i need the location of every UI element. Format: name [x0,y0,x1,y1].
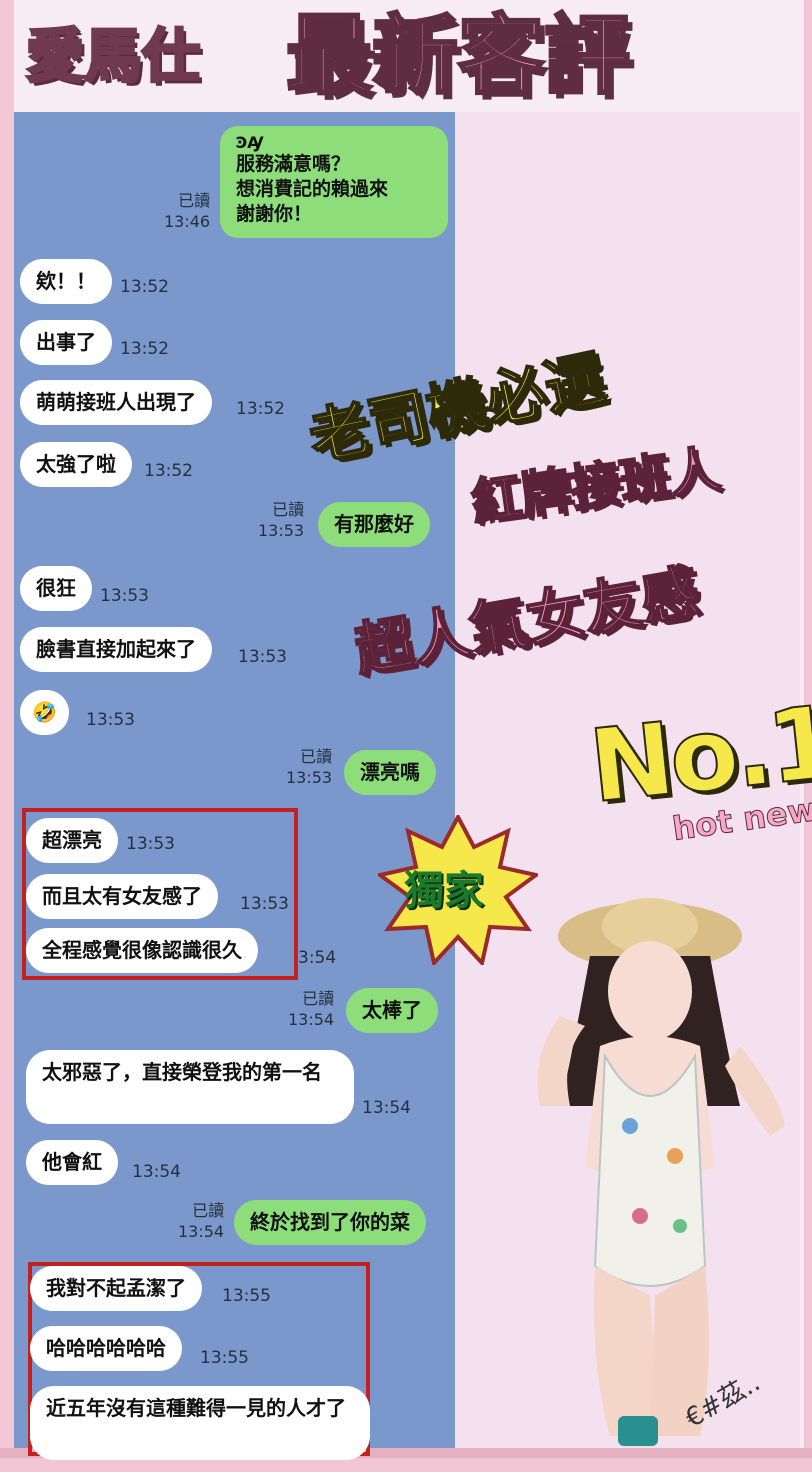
message-time: 13:54 [362,1098,411,1118]
message-time: 13:53 [100,586,149,606]
read-receipt: 已讀 13:54 [288,989,335,1029]
header: 愛馬仕 最新客評 [0,0,812,118]
sticker-icon: ꜾꜼ [236,133,264,152]
message-bubble-incoming: 太邪惡了，直接榮登我的第一名 [26,1050,354,1124]
message-time: 13:52 [144,461,193,481]
message-bubble-incoming: 萌萌接班人出現了 [20,380,212,425]
message-bubble-incoming: 全程感覺很像認識很久 [26,928,258,973]
message-bubble-incoming: 而且太有女友感了 [26,874,218,919]
message-time: 13:53 [86,710,135,730]
read-receipt: 已讀 13:54 [178,1201,225,1241]
message-time: 13:53 [238,647,287,667]
message-bubble-outgoing: 有那麼好 [318,502,430,547]
read-receipt-1: 已讀 13:46 [164,191,211,231]
message-time: 13:52 [120,277,169,297]
message-bubble-incoming: 臉書直接加起來了 [20,627,212,672]
message-bubble-outgoing: 漂亮嗎 [344,750,436,795]
message-time: 13:55 [200,1348,249,1368]
message-bubble-incoming: 太強了啦 [20,442,132,487]
message-bubble-incoming: 他會紅 [26,1140,118,1185]
message-bubble-outgoing: 終於找到了你的菜 [234,1200,426,1245]
laughing-emoji-icon: 🤣 [32,700,57,724]
message-time: 13:52 [120,339,169,359]
message-time: 3:54 [298,948,337,968]
message-bubble-incoming: 超漂亮 [26,818,118,863]
message-bubble-outgoing: ꜾꜼ 服務滿意嗎？ 想消費記的賴過來 謝謝你！ [220,126,448,238]
message-time: 13:54 [132,1162,181,1182]
read-receipt: 已讀 13:53 [286,747,333,787]
message-bubble-incoming: 欸！！ [20,259,112,304]
message-time: 13:52 [236,399,285,419]
page-title: 最新客評 [285,5,632,108]
message-bubble-incoming: 🤣 [20,690,69,735]
read-receipt: 已讀 13:53 [258,500,305,540]
message-bubble-outgoing: 太棒了 [346,988,438,1033]
message-bubble-incoming: 出事了 [20,320,112,365]
message-bubble-incoming: 我對不起孟潔了 [30,1266,202,1311]
exclusive-label: 獨家 [404,868,484,914]
brand-title: 愛馬仕 [24,21,201,92]
left-border [0,0,14,1458]
message-bubble-incoming: 哈哈哈哈哈哈 [30,1326,182,1371]
message-bubble-incoming: 很狂 [20,566,92,611]
message-bubble-incoming: 近五年沒有這種難得一見的人才了 [30,1386,370,1460]
message-time: 13:55 [222,1286,271,1306]
message-time: 13:53 [240,894,289,914]
message-time: 13:53 [126,834,175,854]
